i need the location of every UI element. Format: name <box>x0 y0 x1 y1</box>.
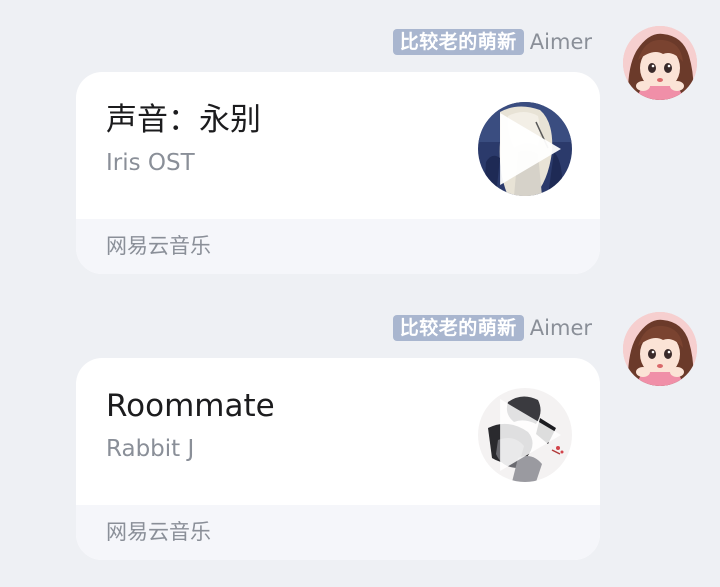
song-artist: Iris OST <box>106 150 195 176</box>
album-cover[interactable] <box>478 102 572 196</box>
avatar[interactable] <box>623 26 697 100</box>
sender-title-badge[interactable]: 比较老的萌新 <box>392 315 524 341</box>
song-title: Roommate <box>106 388 275 424</box>
play-icon[interactable] <box>478 388 572 482</box>
avatar[interactable] <box>623 312 697 386</box>
song-artist: Rabbit J <box>106 436 195 462</box>
card-footer: 网易云音乐 <box>76 505 600 560</box>
avatar-image <box>623 26 697 100</box>
music-source-label: 网易云音乐 <box>106 234 211 258</box>
music-source-label: 网易云音乐 <box>106 520 211 544</box>
card-footer: 网易云音乐 <box>76 219 600 274</box>
chat-message: 比较老的萌新 Aimer 声音：永别 Iris OST 网易云音乐 <box>0 0 720 274</box>
album-cover[interactable] <box>478 388 572 482</box>
sender-info: 比较老的萌新 Aimer <box>392 28 592 56</box>
avatar-image <box>623 312 697 386</box>
sender-info: 比较老的萌新 Aimer <box>392 314 592 342</box>
chat-message: 比较老的萌新 Aimer Roommate Rabbit J 网易云音乐 <box>0 286 720 560</box>
song-title: 声音：永别 <box>106 102 261 138</box>
music-share-card[interactable]: Roommate Rabbit J 网易云音乐 <box>76 358 600 560</box>
sender-name[interactable]: Aimer <box>530 315 592 341</box>
sender-title-badge[interactable]: 比较老的萌新 <box>392 29 524 55</box>
play-triangle <box>500 399 561 471</box>
music-share-card[interactable]: 声音：永别 Iris OST 网易云音乐 <box>76 72 600 274</box>
play-icon[interactable] <box>478 102 572 196</box>
sender-name[interactable]: Aimer <box>530 29 592 55</box>
play-triangle <box>500 113 561 185</box>
